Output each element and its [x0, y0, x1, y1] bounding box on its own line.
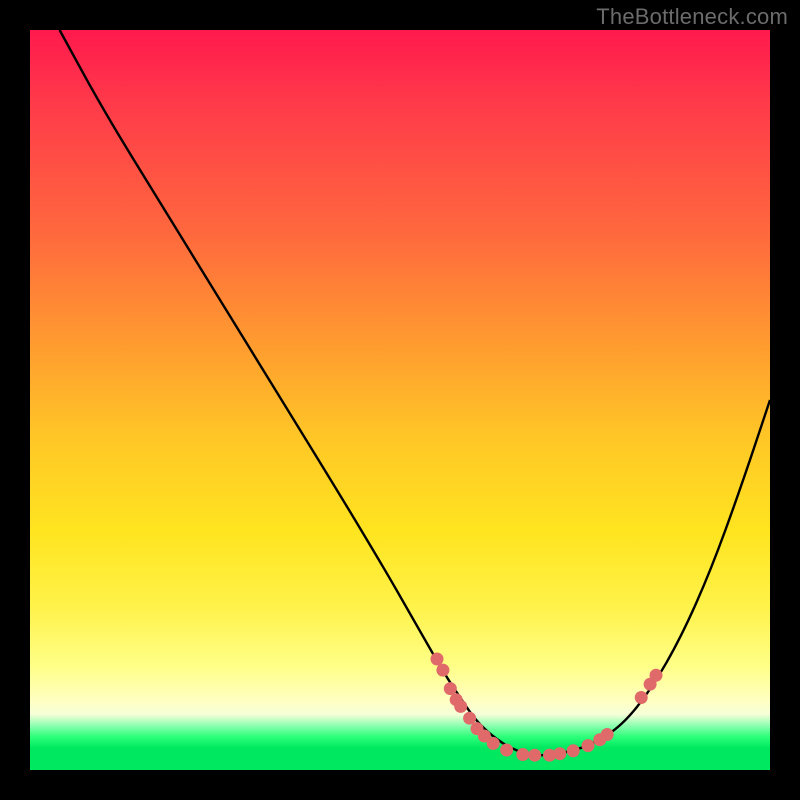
chart-plot-area: [30, 30, 770, 770]
marker-point: [436, 664, 449, 677]
marker-point: [454, 700, 467, 713]
marker-point: [553, 747, 566, 760]
marker-point: [650, 669, 663, 682]
marker-point: [567, 744, 580, 757]
marker-point: [528, 749, 541, 762]
marker-point: [601, 728, 614, 741]
marker-point: [487, 737, 500, 750]
marker-point: [516, 748, 529, 761]
marker-point: [444, 682, 457, 695]
marker-point: [431, 653, 444, 666]
marker-point: [463, 712, 476, 725]
watermark-text: TheBottleneck.com: [596, 4, 788, 30]
marker-point: [582, 739, 595, 752]
chart-frame: TheBottleneck.com: [0, 0, 800, 800]
highlight-markers: [431, 653, 663, 762]
bottleneck-curve: [60, 30, 770, 755]
marker-point: [635, 691, 648, 704]
marker-point: [500, 744, 513, 757]
chart-svg: [30, 30, 770, 770]
